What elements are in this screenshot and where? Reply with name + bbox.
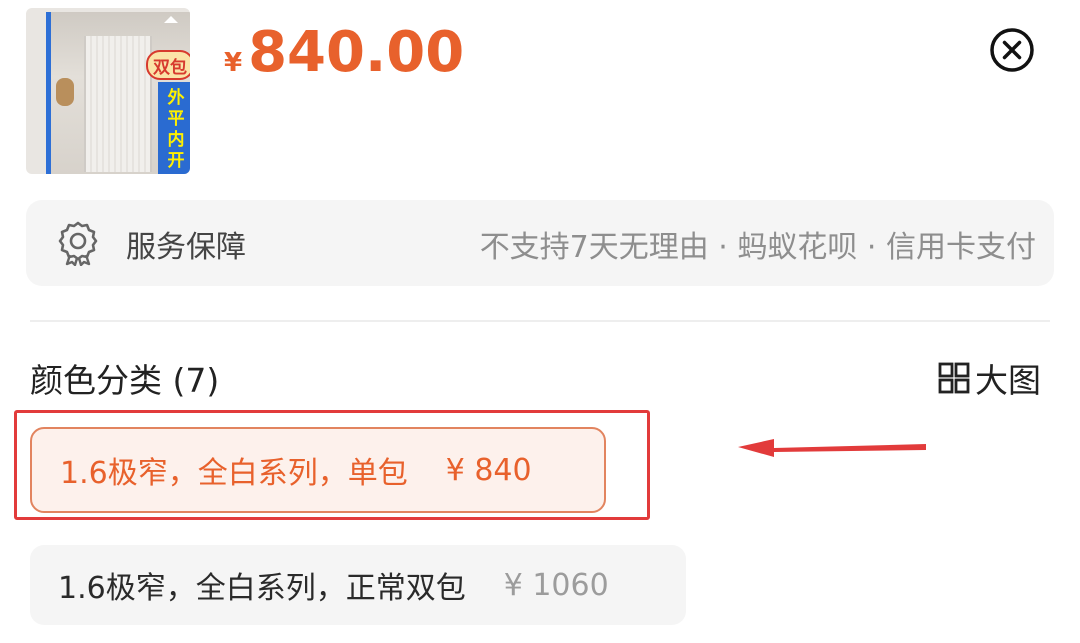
big-picture-button[interactable]: 大图: [937, 354, 1041, 402]
thumbnail-pill-badge: 双包: [146, 50, 190, 80]
close-button[interactable]: [988, 26, 1036, 74]
sku-option-price: ¥ 1060: [503, 567, 609, 603]
price-amount: 840.00: [248, 20, 465, 85]
service-description: 不支持7天无理由 · 蚂蚁花呗 · 信用卡支付: [479, 230, 1036, 265]
thumbnail-door: [84, 36, 152, 172]
currency-symbol: ¥: [224, 48, 243, 78]
sku-option-price: ¥ 840: [445, 452, 532, 488]
banner-char: 开: [167, 151, 185, 171]
award-badge-icon: [58, 221, 98, 266]
service-guarantee-row[interactable]: 服务保障 不支持7天无理由 · 蚂蚁花呗 · 信用卡支付: [26, 200, 1054, 286]
thumbnail-vertical-banner: 外 平 内 开: [158, 82, 190, 174]
sku-option-name: 1.6极窄，全白系列，单包: [60, 456, 408, 491]
sku-option-selected[interactable]: 1.6极窄，全白系列，单包 ¥ 840: [30, 427, 606, 513]
big-picture-label: 大图: [975, 361, 1041, 400]
product-thumbnail[interactable]: 双包 外 平 内 开: [26, 8, 190, 174]
grid-icon: [938, 362, 970, 394]
sku-selector-panel: 双包 外 平 内 开 ¥ 840.00 服务保障 不支持7天无理由 · 蚂蚁花呗…: [0, 0, 1080, 643]
close-circle-icon: [990, 28, 1034, 72]
thumbnail-decor: [56, 78, 74, 106]
thumbnail-frame: [46, 12, 51, 174]
section-divider: [30, 320, 1050, 322]
banner-char: 内: [167, 130, 185, 150]
banner-char: 平: [167, 109, 185, 129]
product-price: ¥ 840.00: [224, 20, 464, 85]
annotation-arrow-icon: [738, 439, 926, 457]
brand-logo: [152, 16, 190, 46]
color-category-title: 颜色分类 (7): [30, 361, 220, 400]
banner-char: 外: [167, 88, 185, 108]
sku-option[interactable]: 1.6极窄，全白系列，正常双包 ¥ 1060: [30, 545, 686, 625]
sku-option-name: 1.6极窄，全白系列，正常双包: [58, 571, 466, 606]
service-label: 服务保障: [126, 230, 246, 265]
